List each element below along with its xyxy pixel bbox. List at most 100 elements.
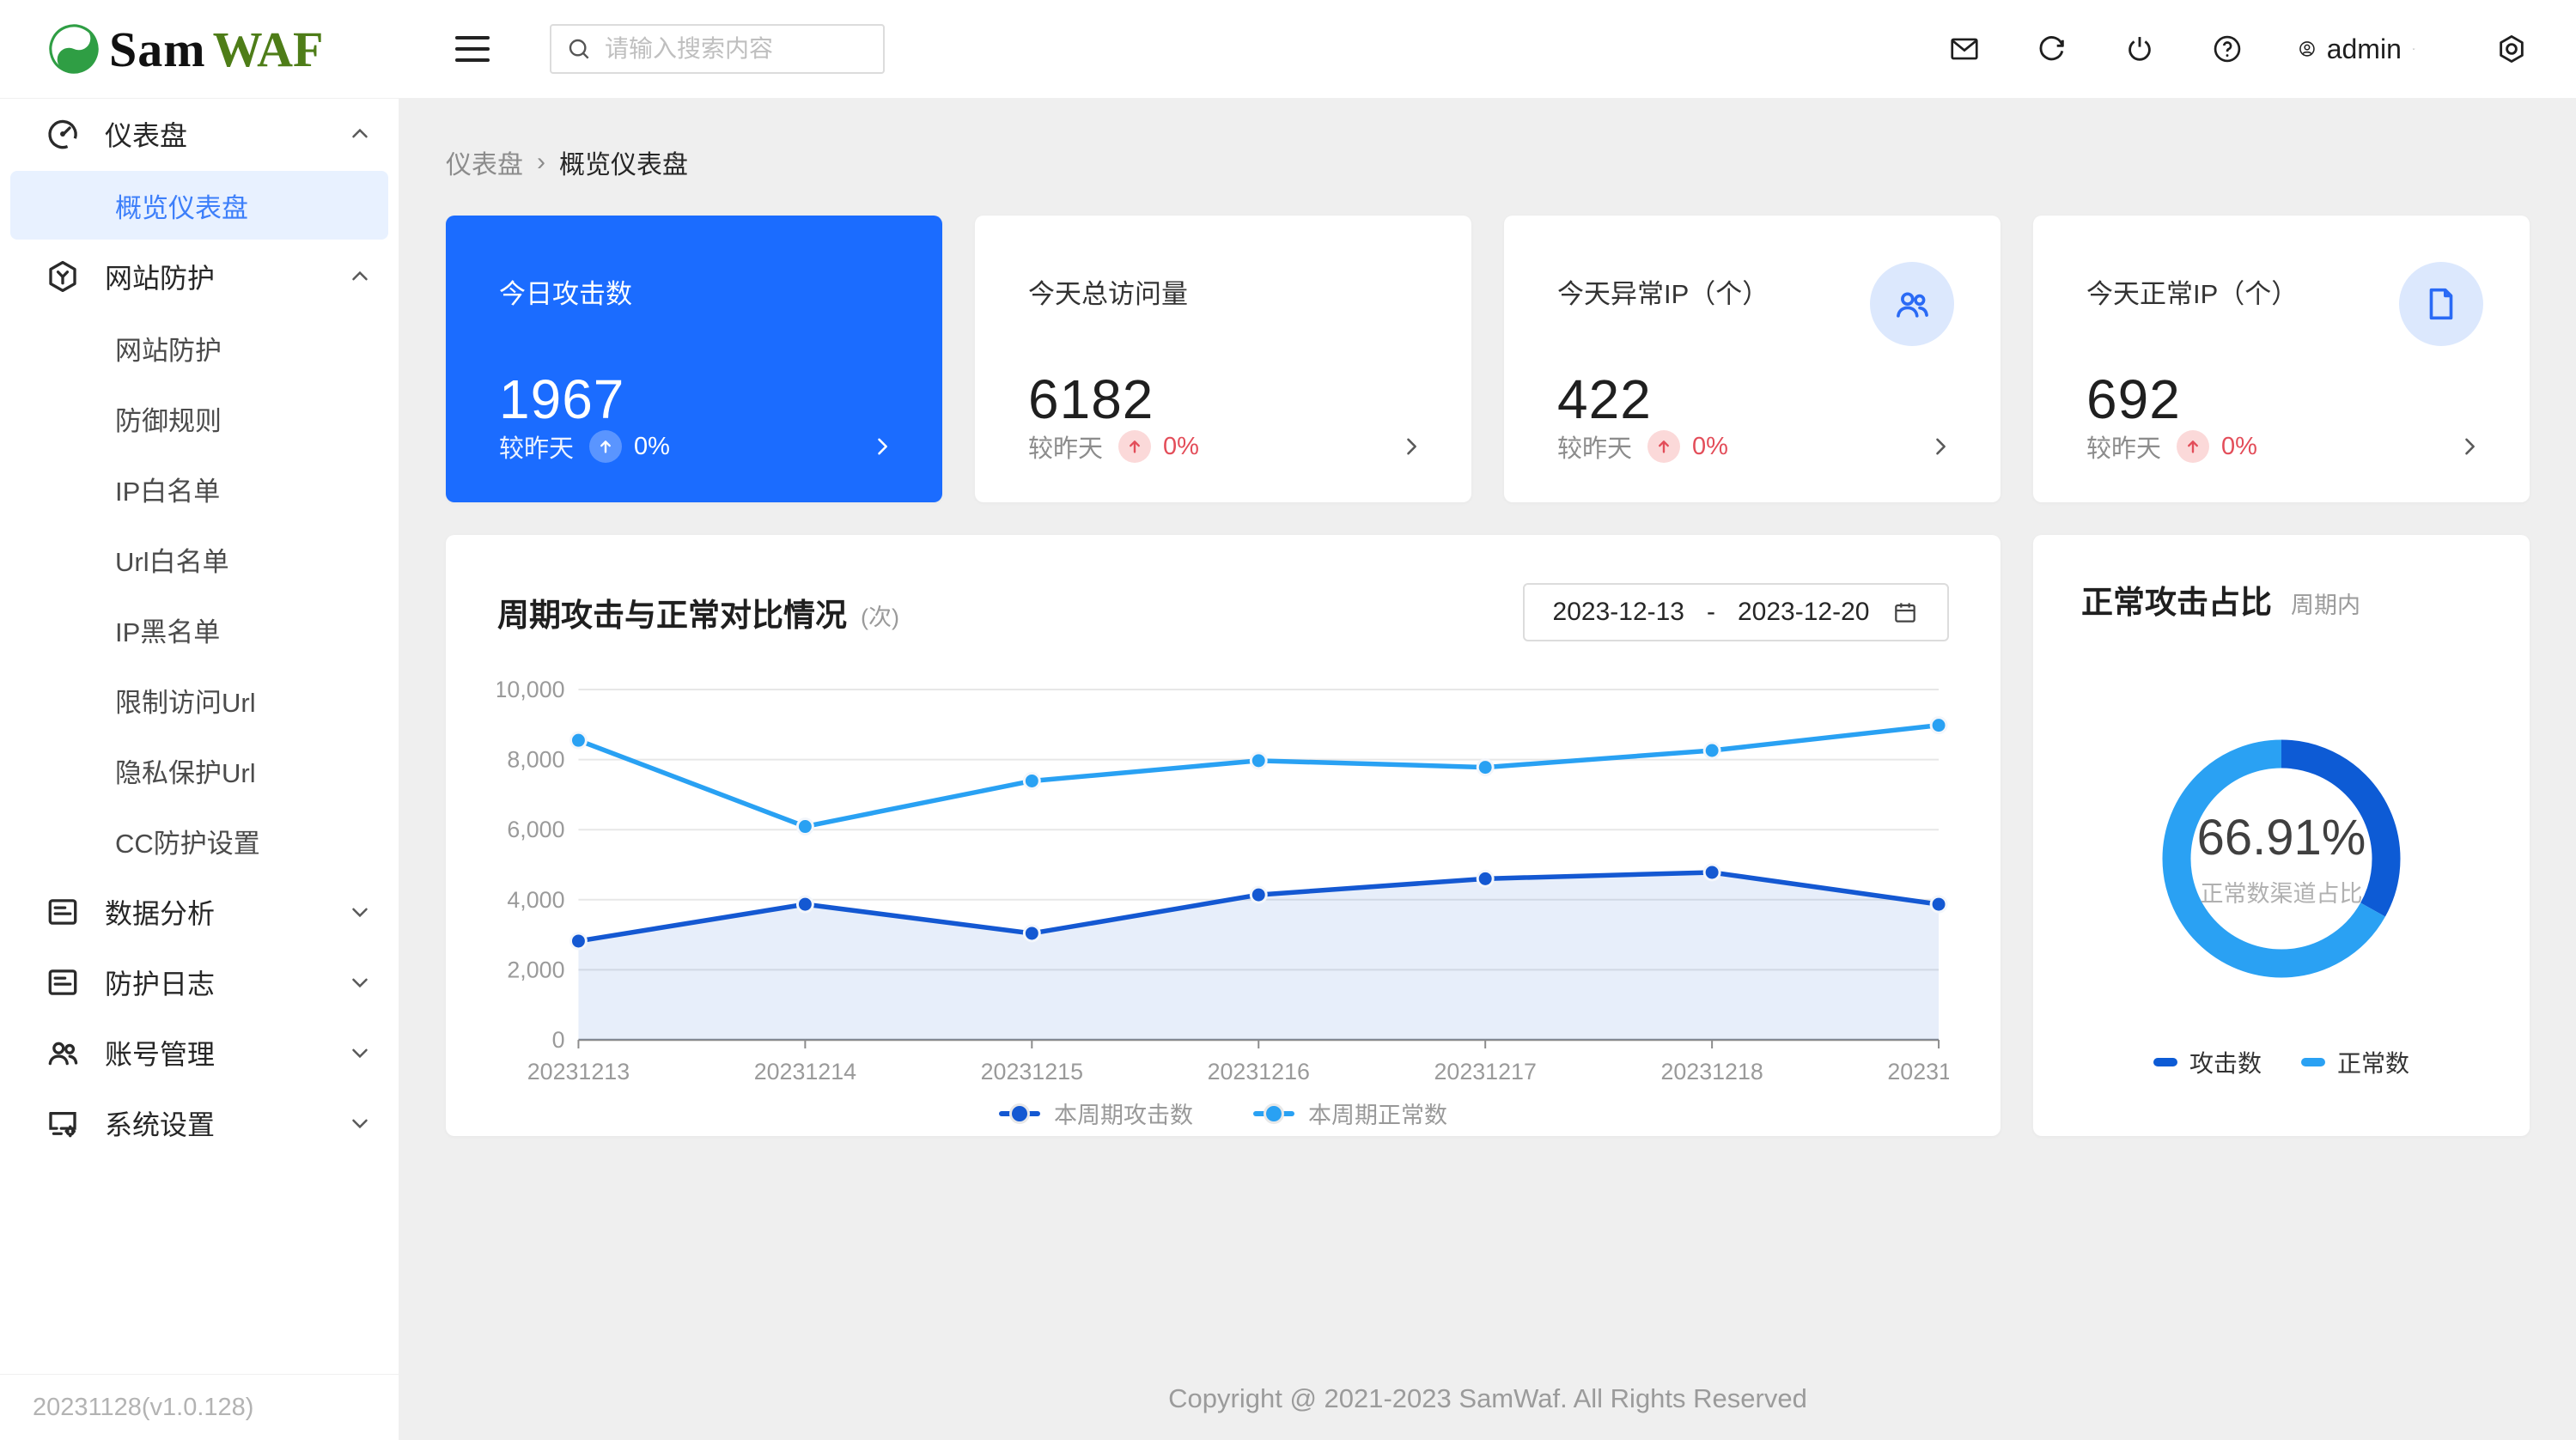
card-detail-arrow-icon[interactable] [1928,434,1952,459]
breadcrumb-current: 概览仪表盘 [559,143,688,181]
settings-gear-icon[interactable] [2494,32,2529,66]
legend-item[interactable]: 本周期攻击数 [999,1097,1193,1130]
protect-logs-icon [45,964,81,1000]
legend-marker [999,1111,1040,1116]
sidebar-group-label: 防护日志 [105,963,347,1002]
sidebar-group-site-protect[interactable]: 网站防护 [0,241,399,312]
refresh-icon[interactable] [2035,32,2069,66]
stat-card-today-attacks[interactable]: 今日攻击数1967较昨天0% [446,216,942,502]
sidebar-group-dashboard[interactable]: 仪表盘 [0,99,399,169]
sidebar-item-ip-whitelist[interactable]: IP白名单 [10,454,388,523]
svg-text:20231213: 20231213 [527,1059,630,1085]
card-compare-label: 较昨天 [1028,428,1103,465]
help-icon[interactable] [2210,32,2244,66]
sidebar-group-system[interactable]: 系统设置 [0,1088,399,1158]
sidebar-item-label: Url白名单 [115,540,229,579]
sidebar-item-defense-rules[interactable]: 防御规则 [10,384,388,453]
power-icon[interactable] [2122,32,2157,66]
sidebar-item-url-whitelist[interactable]: Url白名单 [10,525,388,593]
sidebar-item-label: CC防护设置 [115,822,260,860]
chart-panels-row: 周期攻击与正常对比情况 (次) 2023-12-13 - 2023-12-20 … [446,535,2530,1136]
username-label: admin [2327,33,2402,65]
ratio-subtitle: 周期内 [2291,586,2360,620]
stat-card-today-visits[interactable]: 今天总访问量6182较昨天0% [975,216,1471,502]
card-title: 今日攻击数 [499,272,889,311]
breadcrumb: 仪表盘 › 概览仪表盘 [446,143,2530,181]
donut-legend: 攻击数 正常数 [2033,1045,2530,1079]
trend-up-icon [1647,430,1680,463]
donut-center: 66.91% 正常数渠道占比 [2148,726,2415,992]
account-icon [45,1035,81,1071]
donut-legend-item[interactable]: 攻击数 [2153,1045,2262,1079]
sidebar-item-privacy-url[interactable]: 隐私保护Url [10,736,388,805]
avatar-icon [2298,39,2317,58]
legend-label: 本周期攻击数 [1054,1097,1193,1130]
brand-waf: WAF [213,21,324,78]
svg-text:6,000: 6,000 [507,817,564,842]
samwaf-dashboard: Sam WAF admin [0,0,2576,1440]
system-icon [45,1105,81,1141]
date-range-picker[interactable]: 2023-12-13 - 2023-12-20 [1523,583,1949,641]
donut-legend-item[interactable]: 正常数 [2301,1045,2409,1079]
donut-chart[interactable]: 66.91% 正常数渠道占比 [2148,726,2415,992]
donut-center-label: 正常数渠道占比 [2201,875,2363,908]
sidebar-nav: 仪表盘概览仪表盘网站防护网站防护防御规则IP白名单Url白名单IP黑名单限制访问… [0,99,399,1440]
brand-sam: Sam [109,21,206,78]
sidebar-group-label: 网站防护 [105,257,347,296]
svg-text:10,000: 10,000 [497,677,565,702]
sidebar-group-label: 数据分析 [105,892,347,932]
sidebar-item-label: IP黑名单 [115,611,220,649]
sidebar-item-cc-settings[interactable]: CC防护设置 [10,806,388,875]
main-content: 仪表盘 › 概览仪表盘 今日攻击数1967较昨天0%今天总访问量6182较昨天0… [399,99,2576,1440]
sidebar-item-limit-url[interactable]: 限制访问Url [10,665,388,734]
card-percent: 0% [634,433,670,461]
svg-text:4,000: 4,000 [507,887,564,913]
line-chart[interactable]: 02,0004,0006,0008,00010,0002023121320231… [497,665,1949,1095]
legend-item[interactable]: 本周期正常数 [1253,1097,1447,1130]
chevron-down-icon [347,969,373,995]
svg-text:20231218: 20231218 [1660,1059,1763,1085]
search-input[interactable] [603,34,869,64]
brand-logo[interactable]: Sam WAF [47,21,391,78]
header-actions: admin [1947,32,2529,66]
dashboard-icon [45,116,81,152]
top-header: Sam WAF admin [0,0,2576,99]
svg-text:2,000: 2,000 [507,957,564,982]
trend-chart-unit: (次) [861,598,899,632]
card-value: 6182 [1028,368,1418,431]
legend-label: 正常数 [2337,1045,2409,1079]
sidebar-group-account[interactable]: 账号管理 [0,1018,399,1088]
svg-text:20231216: 20231216 [1208,1059,1310,1085]
site-protect-icon [45,258,81,295]
card-compare-label: 较昨天 [2086,428,2161,465]
mail-icon[interactable] [1947,32,1982,66]
sidebar-item-label: 限制访问Url [115,681,256,720]
trend-chart-panel: 周期攻击与正常对比情况 (次) 2023-12-13 - 2023-12-20 … [446,535,2001,1136]
ratio-title: 正常攻击占比 [2081,576,2272,623]
sidebar-item-overview[interactable]: 概览仪表盘 [10,171,388,240]
svg-text:0: 0 [552,1027,565,1053]
trend-up-icon [1118,430,1151,463]
card-percent: 0% [2221,433,2257,461]
calendar-icon [1891,598,1919,626]
file-circle-icon [2399,262,2483,346]
sidebar-group-label: 系统设置 [105,1103,347,1143]
global-search [550,24,885,74]
card-detail-arrow-icon[interactable] [870,434,894,459]
svg-text:20231215: 20231215 [981,1059,1083,1085]
sidebar-item-site-protect[interactable]: 网站防护 [10,313,388,382]
sidebar-item-ip-blacklist[interactable]: IP黑名单 [10,595,388,664]
stat-card-today-normal-ip[interactable]: 今天正常IP（个）692较昨天0% [2033,216,2530,502]
menu-toggle-icon[interactable] [455,36,490,62]
date-start: 2023-12-13 [1553,598,1684,627]
card-detail-arrow-icon[interactable] [2457,434,2482,459]
card-detail-arrow-icon[interactable] [1399,434,1423,459]
sidebar-group-data-analysis[interactable]: 数据分析 [0,877,399,947]
sidebar-group-protect-logs[interactable]: 防护日志 [0,947,399,1018]
stat-card-today-abnormal-ip[interactable]: 今天异常IP（个）422较昨天0% [1504,216,2001,502]
sidebar-item-label: 概览仪表盘 [115,186,248,225]
yinyang-icon [47,22,100,76]
user-menu[interactable]: admin [2298,33,2415,65]
breadcrumb-root[interactable]: 仪表盘 [446,143,523,181]
sidebar-item-label: 隐私保护Url [115,751,256,790]
